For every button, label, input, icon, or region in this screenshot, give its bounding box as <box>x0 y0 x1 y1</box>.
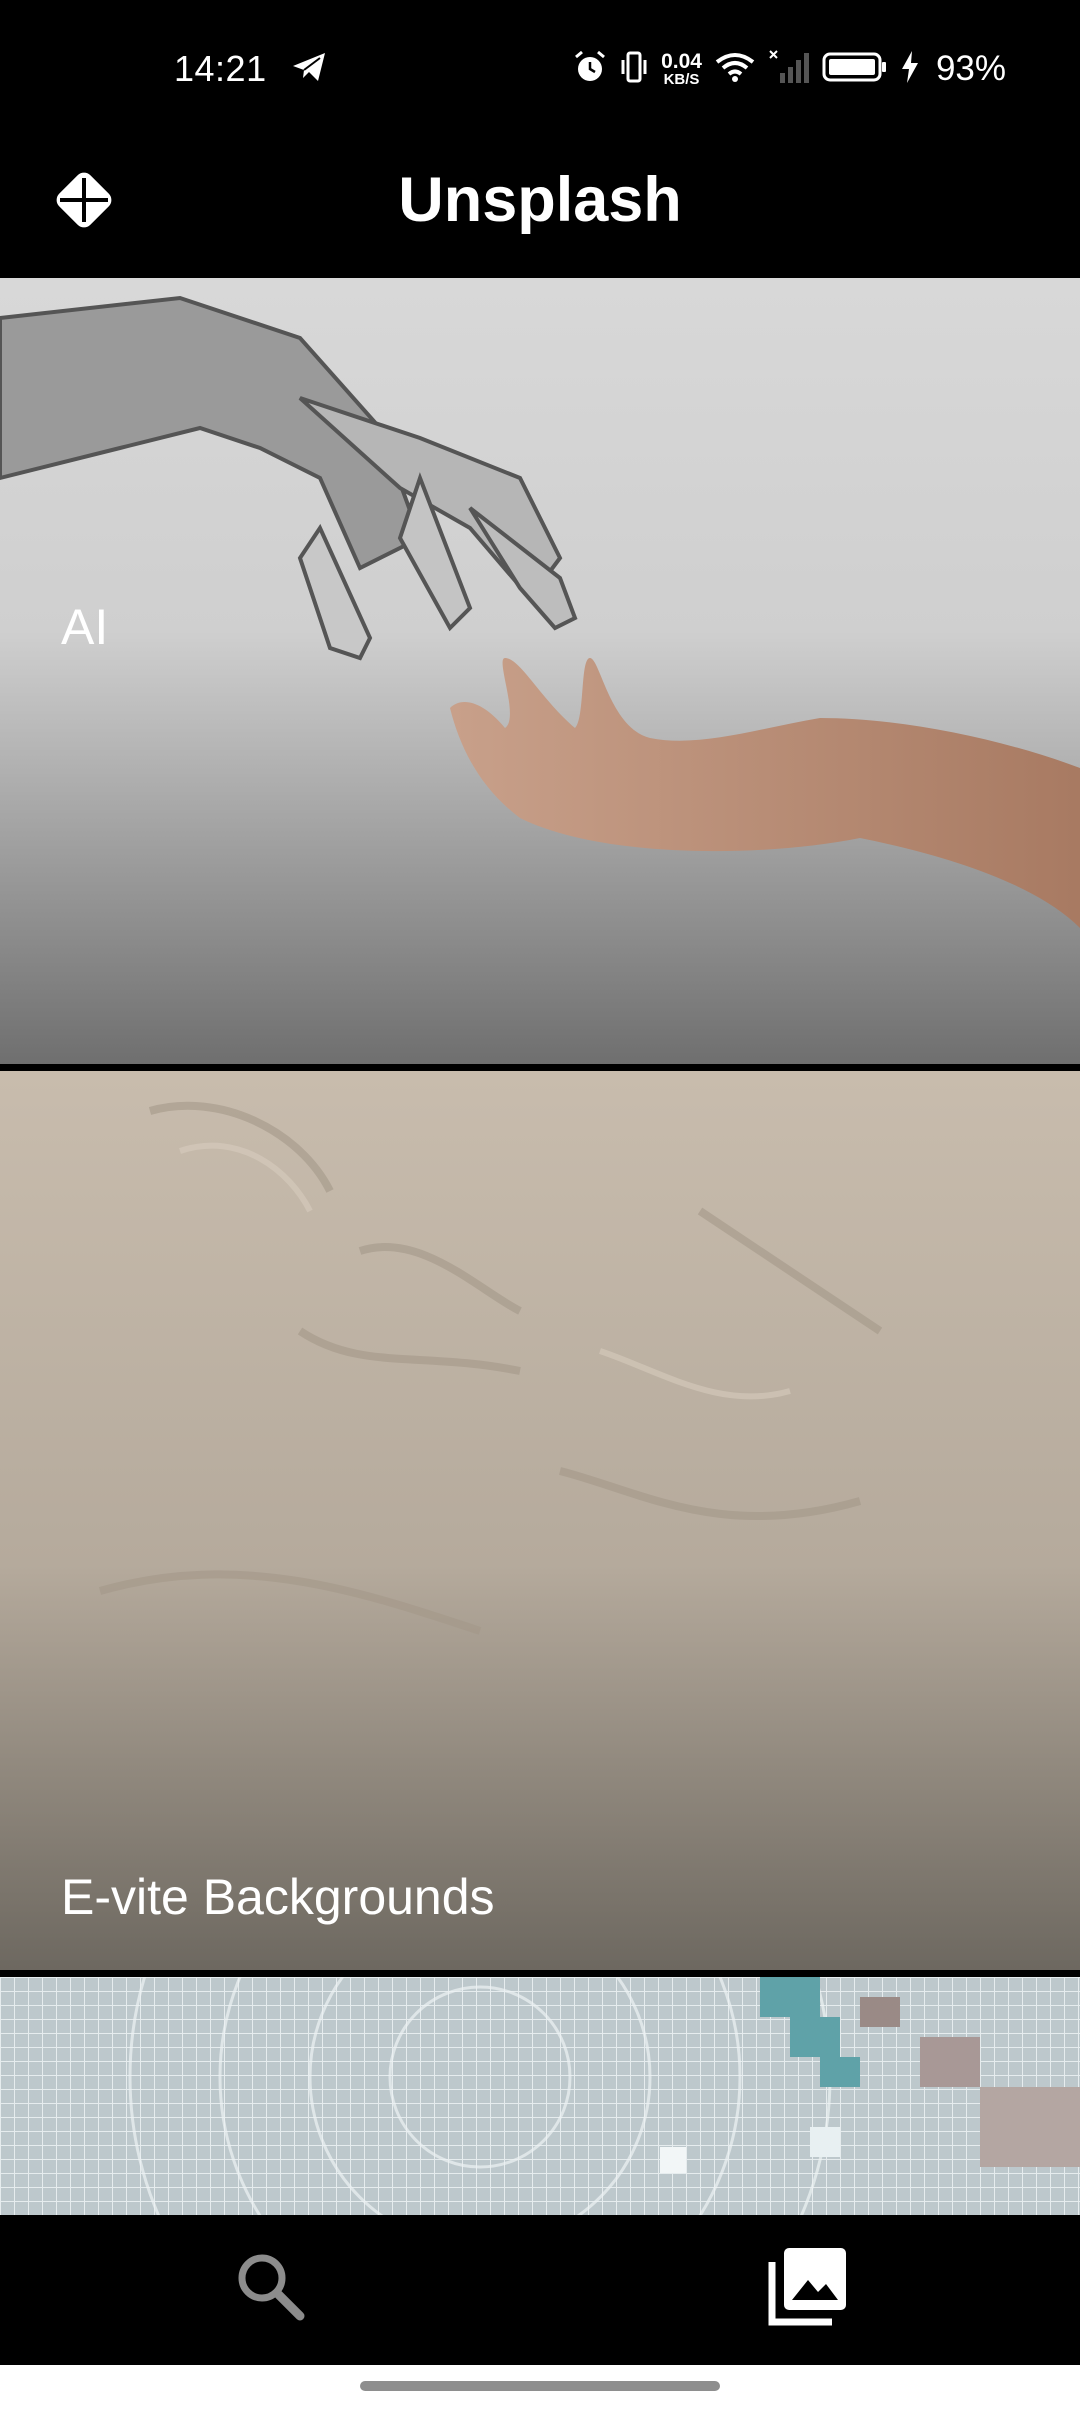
collection-cover-image <box>0 1977 1080 2215</box>
collection-card-e-vite-backgrounds[interactable]: E-vite Backgrounds <box>0 1071 1080 1970</box>
status-bar: 14:21 0.04 KB/S 93% <box>0 0 1080 138</box>
collection-card-ai[interactable]: AI <box>0 278 1080 1064</box>
battery-percent: 93% <box>935 49 1006 88</box>
vibrate-icon <box>619 50 649 89</box>
search-icon[interactable] <box>230 2246 310 2326</box>
bottom-navigation <box>0 2215 1080 2365</box>
wifi-icon <box>714 51 756 88</box>
collection-title: E-vite Backgrounds <box>61 1869 495 1925</box>
telegram-icon <box>291 51 327 88</box>
status-time: 14:21 <box>174 48 267 89</box>
netspeed-unit: KB/S <box>663 71 700 88</box>
collection-cover-image <box>0 278 1080 1064</box>
battery-icon <box>822 51 888 88</box>
charging-icon <box>900 50 920 89</box>
network-speed: 0.04 KB/S <box>661 51 702 87</box>
status-left: 14:21 <box>174 44 327 94</box>
gesture-area <box>0 2365 1080 2412</box>
home-gesture-bar[interactable] <box>360 2381 720 2391</box>
alarm-icon <box>573 49 607 90</box>
collection-cover-image <box>0 1071 1080 1970</box>
collection-card[interactable] <box>0 1977 1080 2215</box>
app-title: Unsplash <box>398 165 682 235</box>
status-right: 0.04 KB/S 93% <box>573 44 1006 94</box>
app-bar: Unsplash <box>0 138 1080 278</box>
netspeed-value: 0.04 <box>661 50 702 73</box>
collection-title: AI <box>61 599 109 655</box>
collections-icon[interactable] <box>766 2244 850 2328</box>
signal-icon <box>768 49 810 90</box>
